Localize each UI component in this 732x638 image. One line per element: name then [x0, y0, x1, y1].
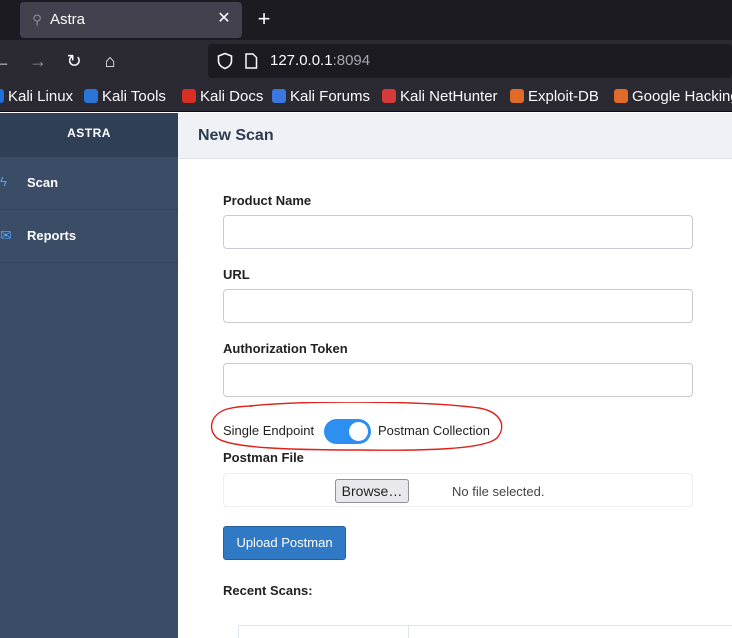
brand-title: ASTRA	[0, 113, 178, 157]
bookmark-item[interactable]: Kali Docs	[182, 88, 263, 106]
page-icon	[245, 53, 258, 69]
sidebar-item-label: Reports	[27, 228, 77, 243]
bookmark-item[interactable]: Kali NetHunter	[382, 88, 498, 106]
new-tab-button[interactable]: +	[253, 6, 275, 32]
home-icon[interactable]: ⌂	[98, 49, 122, 73]
bookmark-label: Google Hacking	[632, 88, 732, 105]
bookmark-favicon-icon	[510, 89, 524, 103]
authorization-token-label: Authorization Token	[223, 341, 348, 356]
table-column-divider	[408, 625, 409, 638]
sidebar-item-scan[interactable]: ϟ Scan	[0, 157, 178, 210]
sidebar: ASTRA ϟ Scan ✉ Reports	[0, 113, 178, 638]
bookmark-favicon-icon	[0, 89, 4, 103]
bookmark-item[interactable]: Google Hacking	[614, 88, 732, 106]
bookmark-favicon-icon	[272, 89, 286, 103]
url-input[interactable]	[223, 289, 693, 323]
page-title: New Scan	[198, 127, 274, 144]
sidebar-item-label: Scan	[27, 175, 59, 190]
bookmark-label: Kali Forums	[290, 88, 371, 105]
forward-arrow-icon[interactable]: →	[26, 49, 50, 73]
bookmark-favicon-icon	[182, 89, 196, 103]
no-file-text: No file selected.	[452, 484, 545, 499]
postman-file-input[interactable]: Browse… No file selected.	[223, 473, 693, 507]
product-name-input[interactable]	[223, 215, 693, 249]
bolt-icon: ϟ	[0, 174, 7, 189]
upload-postman-button[interactable]: Upload Postman	[223, 526, 346, 560]
bookmark-label: Kali Linux	[8, 88, 74, 105]
shield-icon[interactable]	[216, 52, 234, 70]
authorization-token-input[interactable]	[223, 363, 693, 397]
bookmark-item[interactable]: Kali Forums	[272, 88, 370, 106]
main-content: New Scan Product Name URL Authorization …	[178, 113, 732, 638]
bookmark-favicon-icon	[382, 89, 396, 103]
tab-favicon-icon: ⚲	[32, 12, 42, 27]
envelope-icon: ✉	[0, 227, 12, 243]
switch-knob	[349, 422, 368, 441]
tab-title: Astra	[50, 11, 86, 28]
scan-mode-switch[interactable]	[324, 419, 371, 444]
single-endpoint-label: Single Endpoint	[223, 423, 315, 438]
back-arrow-icon[interactable]: ←	[0, 49, 14, 73]
bookmark-label: Kali NetHunter	[400, 88, 498, 105]
bookmark-favicon-icon	[84, 89, 98, 103]
bookmark-favicon-icon	[614, 89, 628, 103]
product-name-label: Product Name	[223, 193, 312, 208]
sidebar-item-reports[interactable]: ✉ Reports	[0, 210, 178, 263]
browser-tab-bar: ⚲ Astra ✕ +	[0, 0, 732, 40]
url-port: :8094	[332, 52, 371, 69]
bookmarks-bar: Kali Linux Kali Tools Kali Docs Kali Forums…	[0, 82, 732, 112]
postman-file-label: Postman File	[223, 450, 304, 465]
postman-collection-label: Postman Collection	[378, 423, 490, 438]
close-tab-icon[interactable]: ✕	[214, 9, 234, 29]
bookmark-item[interactable]: Exploit-DB	[510, 88, 599, 106]
bookmark-item[interactable]: Kali Tools	[84, 88, 166, 106]
recent-scans-table	[238, 625, 732, 638]
browser-toolbar: ← → ↻ ⌂ 127.0.0.1:8094	[0, 40, 732, 82]
page-header: New Scan	[178, 113, 732, 159]
browser-tab[interactable]: ⚲ Astra ✕	[20, 2, 242, 38]
url-label: URL	[223, 267, 250, 282]
scan-mode-toggle-row: Single Endpoint Postman Collection	[223, 417, 513, 444]
reload-icon[interactable]: ↻	[62, 49, 86, 73]
bookmark-label: Kali Tools	[102, 88, 166, 105]
browse-button[interactable]: Browse…	[335, 479, 409, 503]
address-bar[interactable]: 127.0.0.1:8094	[208, 44, 732, 78]
bookmark-label: Kali Docs	[200, 88, 264, 105]
bookmark-item[interactable]: Kali Linux	[0, 88, 73, 106]
url-text[interactable]: 127.0.0.1:8094	[270, 52, 370, 69]
bookmark-label: Exploit-DB	[528, 88, 599, 105]
recent-scans-heading: Recent Scans:	[223, 583, 313, 598]
url-host: 127.0.0.1	[270, 52, 333, 69]
